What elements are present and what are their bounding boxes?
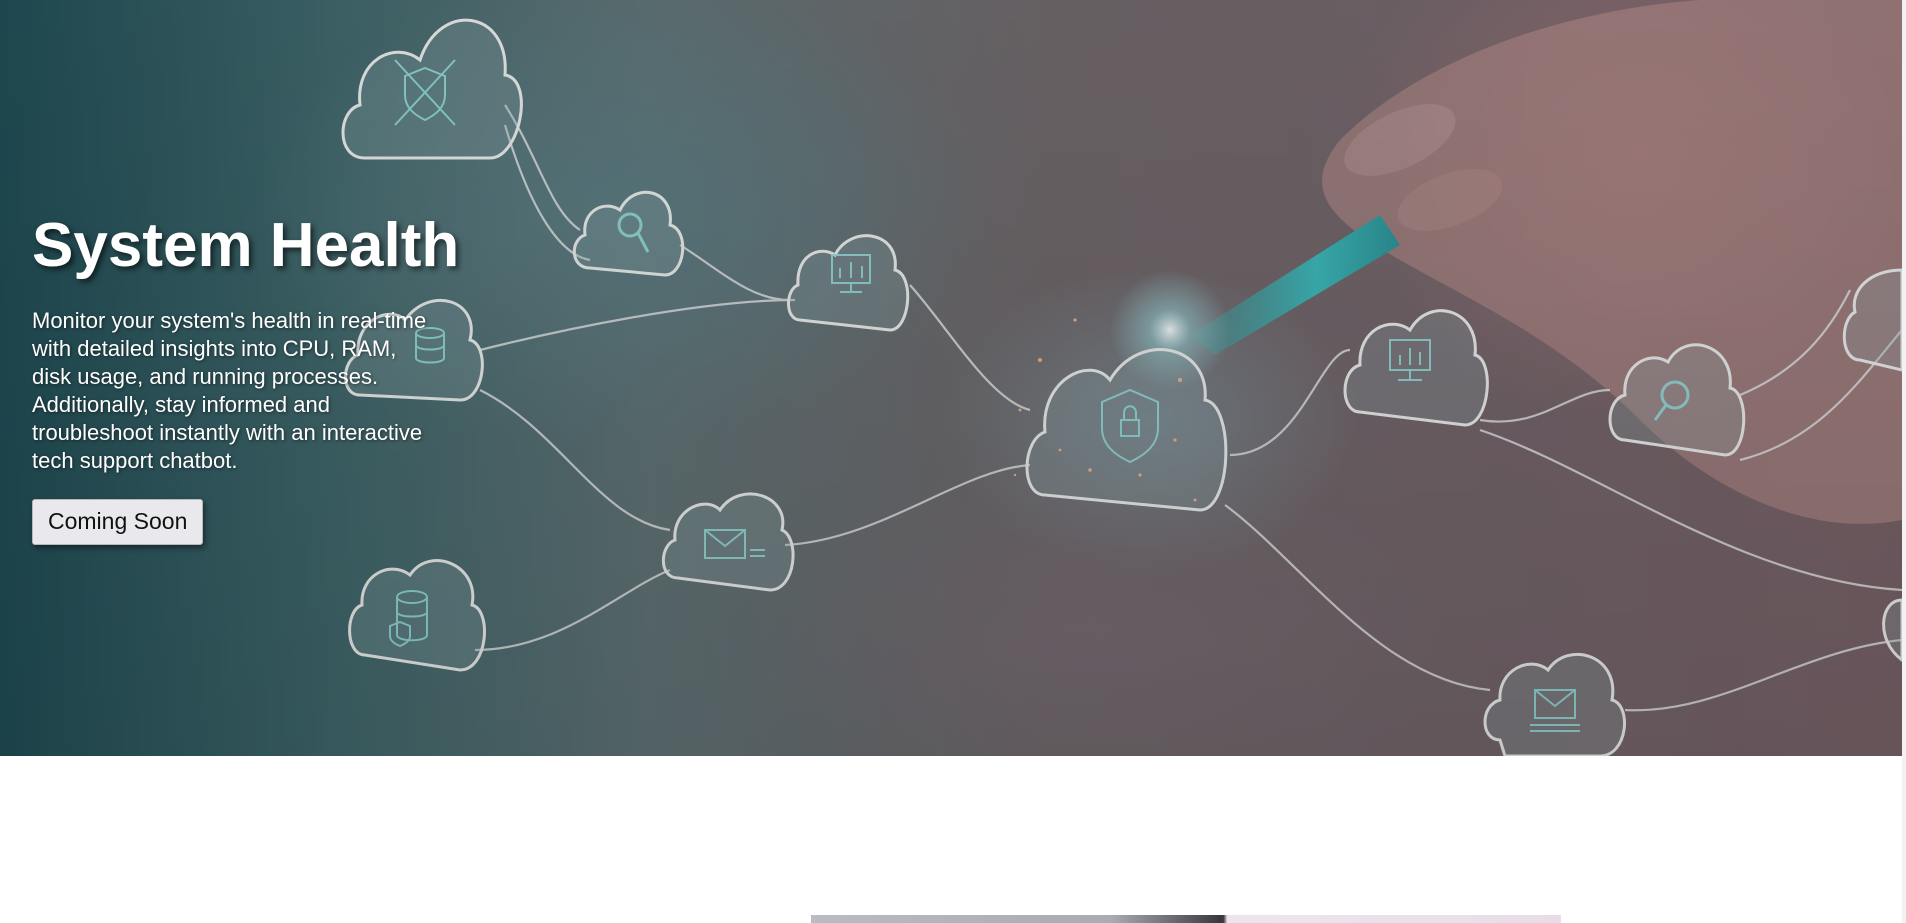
hero-banner: System Health Monitor your system's heal… — [0, 0, 1902, 756]
cloud-node — [1882, 598, 1902, 662]
section-preview-image — [811, 915, 1561, 923]
cloud-node — [572, 190, 685, 277]
hero-description: Monitor your system's health in real-tim… — [32, 308, 427, 474]
cloud-node — [341, 18, 523, 160]
hand-shape — [1322, 0, 1902, 524]
page-title: System Health — [32, 211, 460, 280]
coming-soon-button[interactable]: Coming Soon — [32, 499, 204, 546]
cloud-node — [661, 492, 795, 592]
cloud-node — [1025, 348, 1228, 512]
cloud-node — [1343, 309, 1489, 427]
page-scrollbar[interactable] — [1902, 0, 1906, 923]
hero-content: System Health Monitor your system's heal… — [32, 210, 462, 546]
